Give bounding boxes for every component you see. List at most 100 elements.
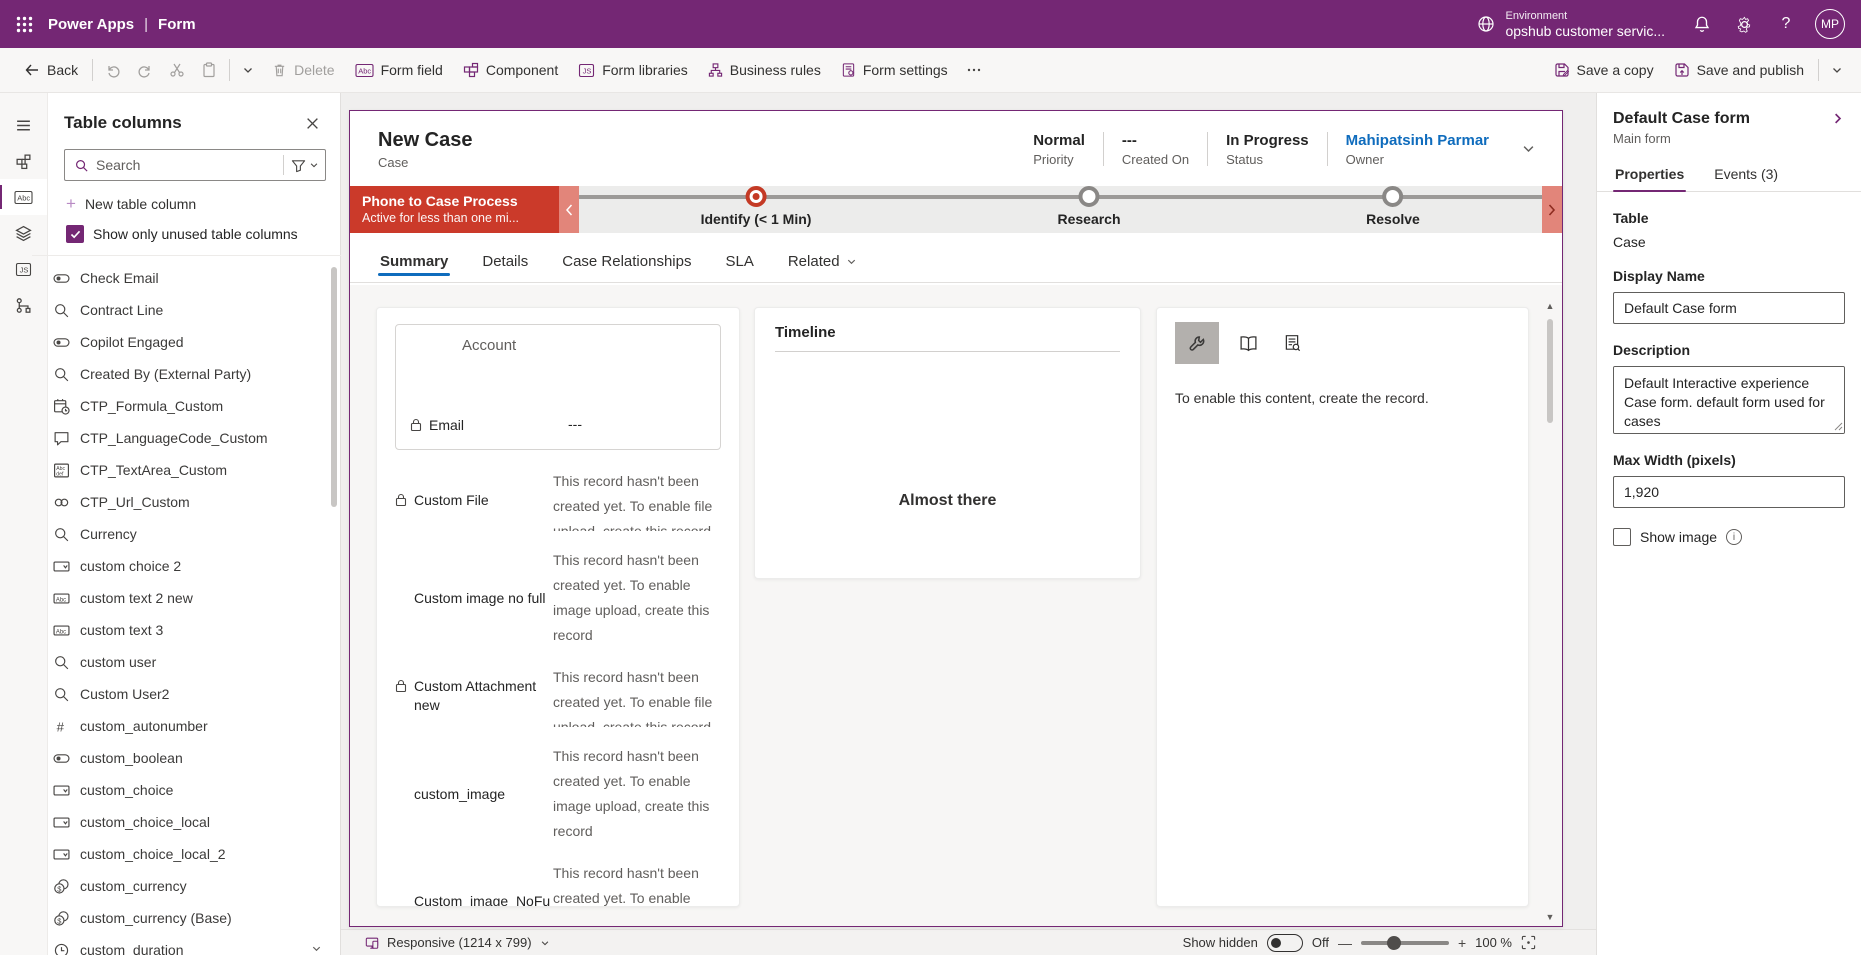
form-field-button[interactable]: Abc Form field bbox=[345, 54, 453, 86]
wrench-tool-button[interactable] bbox=[1175, 322, 1219, 364]
panel-scrollbar-thumb[interactable] bbox=[331, 267, 337, 507]
note-search-icon[interactable] bbox=[1277, 328, 1307, 358]
cut-button[interactable] bbox=[161, 54, 193, 86]
stage-dot-icon[interactable] bbox=[1382, 186, 1403, 207]
properties-tab-events-3-[interactable]: Events (3) bbox=[1712, 160, 1780, 192]
table-column-item[interactable]: CTP_Url_Custom bbox=[50, 486, 340, 518]
table-column-item[interactable]: Custom User2 bbox=[50, 678, 340, 710]
rail-tree-view-icon[interactable] bbox=[0, 287, 47, 323]
bpf-process-box[interactable]: Phone to Case Process Active for less th… bbox=[350, 186, 559, 233]
environment-picker[interactable]: Environment opshub customer servic... bbox=[1460, 0, 1681, 48]
zoom-in-button[interactable]: + bbox=[1458, 935, 1466, 951]
save-a-copy-button[interactable]: Save a copy bbox=[1544, 54, 1664, 86]
brand-name[interactable]: Power Apps bbox=[48, 16, 134, 33]
form-libraries-button[interactable]: JS Form libraries bbox=[568, 54, 698, 86]
table-column-item[interactable]: custom user bbox=[50, 646, 340, 678]
table-column-item[interactable]: $custom_currency bbox=[50, 870, 340, 902]
table-column-item[interactable]: Abccustom text 3 bbox=[50, 614, 340, 646]
book-icon[interactable] bbox=[1233, 328, 1263, 358]
search-input[interactable] bbox=[96, 157, 276, 173]
account-subgrid[interactable]: Account Email --- bbox=[395, 324, 721, 450]
table-column-item[interactable]: custom choice 2 bbox=[50, 550, 340, 582]
max-width-input[interactable] bbox=[1613, 476, 1845, 508]
form-settings-button[interactable]: Form settings bbox=[831, 54, 958, 86]
bpf-stage-identify[interactable]: Identify (< 1 Min) bbox=[701, 186, 812, 227]
show-hidden-toggle[interactable] bbox=[1267, 934, 1303, 952]
table-column-item[interactable]: Abccustom text 2 new bbox=[50, 582, 340, 614]
display-name-input[interactable] bbox=[1613, 292, 1845, 324]
scroll-down-icon[interactable]: ▼ bbox=[1546, 912, 1555, 922]
form-field-row[interactable]: Custom FileThis record hasn't been creat… bbox=[395, 469, 721, 531]
bpf-collapse-chevron-icon[interactable] bbox=[559, 186, 579, 233]
table-column-item[interactable]: AbcdefCTP_TextArea_Custom bbox=[50, 454, 340, 486]
checkbox-checked-icon[interactable] bbox=[66, 225, 84, 243]
close-icon[interactable] bbox=[298, 109, 326, 137]
description-textarea[interactable] bbox=[1613, 366, 1845, 434]
table-column-item[interactable]: custom_boolean bbox=[50, 742, 340, 774]
rail-hamburger-icon[interactable] bbox=[0, 107, 47, 143]
email-field-row[interactable]: Email --- bbox=[410, 416, 706, 435]
filter-button[interactable] bbox=[291, 158, 319, 173]
undo-button[interactable] bbox=[97, 54, 129, 86]
zoom-slider[interactable] bbox=[1361, 941, 1449, 945]
table-column-item[interactable]: custom_choice_local_2 bbox=[50, 838, 340, 870]
show-image-checkbox[interactable]: Show image i bbox=[1613, 528, 1845, 546]
clipboard-dropdown-chevron[interactable] bbox=[234, 54, 262, 86]
responsive-size-selector[interactable]: Responsive (1214 x 799) bbox=[365, 935, 550, 950]
related-card[interactable]: To enable this content, create the recor… bbox=[1156, 307, 1529, 907]
stage-dot-icon[interactable] bbox=[746, 186, 767, 207]
waffle-menu-icon[interactable] bbox=[0, 0, 48, 48]
table-column-item[interactable]: Check Email bbox=[50, 262, 340, 294]
info-icon[interactable]: i bbox=[1726, 529, 1742, 545]
properties-tab-properties[interactable]: Properties bbox=[1613, 160, 1686, 192]
canvas-scrollbar-thumb[interactable] bbox=[1547, 319, 1553, 423]
avatar[interactable]: MP bbox=[1815, 9, 1845, 39]
collapse-panel-chevron-icon[interactable] bbox=[1830, 111, 1845, 126]
rail-layers-icon[interactable] bbox=[0, 215, 47, 251]
form-field-row[interactable]: Custom_image_NoFullThis record hasn't be… bbox=[395, 861, 721, 907]
bpf-stage-resolve[interactable]: Resolve bbox=[1366, 186, 1420, 227]
table-column-item[interactable]: custom_choice_local bbox=[50, 806, 340, 838]
table-column-item[interactable]: $custom_currency (Base) bbox=[50, 902, 340, 934]
table-column-item[interactable]: Copilot Engaged bbox=[50, 326, 340, 358]
help-icon[interactable]: ? bbox=[1765, 0, 1807, 48]
form-field-row[interactable]: Custom image no fullThis record hasn't b… bbox=[395, 548, 721, 648]
form-preview-card[interactable]: New Case Case NormalPriority---Created O… bbox=[349, 110, 1563, 927]
rail-table-columns-icon[interactable]: Abc bbox=[0, 179, 47, 215]
table-column-item[interactable]: CTP_Formula_Custom bbox=[50, 390, 340, 422]
delete-button[interactable]: Delete bbox=[262, 54, 344, 86]
rail-form-libraries-icon[interactable]: JS bbox=[0, 251, 47, 287]
form-field-row[interactable]: Custom Attachment newThis record hasn't … bbox=[395, 665, 721, 727]
redo-button[interactable] bbox=[129, 54, 161, 86]
timeline-card[interactable]: Timeline Almost there bbox=[754, 307, 1141, 579]
form-tab-details[interactable]: Details bbox=[480, 243, 530, 282]
business-rules-button[interactable]: Business rules bbox=[698, 54, 831, 86]
component-button[interactable]: Component bbox=[453, 54, 568, 86]
form-tab-sla[interactable]: SLA bbox=[723, 243, 755, 282]
table-column-item[interactable]: Currency bbox=[50, 518, 340, 550]
new-table-column-button[interactable]: + New table column bbox=[66, 195, 324, 212]
table-column-item[interactable]: Created By (External Party) bbox=[50, 358, 340, 390]
fit-to-screen-icon[interactable] bbox=[1521, 935, 1536, 950]
form-tab-related[interactable]: Related bbox=[786, 243, 859, 282]
table-column-item[interactable]: CTP_LanguageCode_Custom bbox=[50, 422, 340, 454]
table-column-item[interactable]: #custom_autonumber bbox=[50, 710, 340, 742]
header-expand-chevron-icon[interactable] bbox=[1521, 141, 1536, 156]
bpf-stage-research[interactable]: Research bbox=[1057, 186, 1120, 227]
settings-gear-icon[interactable] bbox=[1723, 0, 1765, 48]
panel-scroll-down-icon[interactable] bbox=[311, 943, 322, 954]
paste-button[interactable] bbox=[193, 54, 225, 86]
form-tab-case-relationships[interactable]: Case Relationships bbox=[560, 243, 693, 282]
notifications-bell-icon[interactable] bbox=[1681, 0, 1723, 48]
summary-left-column[interactable]: Account Email --- Custom FileThis record… bbox=[376, 307, 740, 907]
show-unused-checkbox[interactable]: Show only unused table columns bbox=[66, 225, 324, 243]
table-column-item[interactable]: custom_choice bbox=[50, 774, 340, 806]
scroll-up-icon[interactable]: ▲ bbox=[1546, 301, 1555, 311]
form-tab-summary[interactable]: Summary bbox=[378, 243, 450, 282]
back-button[interactable]: Back bbox=[14, 54, 88, 86]
zoom-out-button[interactable]: — bbox=[1338, 935, 1352, 951]
stage-dot-icon[interactable] bbox=[1078, 186, 1099, 207]
rail-components-icon[interactable] bbox=[0, 143, 47, 179]
bpf-next-stage-chevron-icon[interactable] bbox=[1542, 186, 1562, 233]
table-column-item[interactable]: Contract Line bbox=[50, 294, 340, 326]
